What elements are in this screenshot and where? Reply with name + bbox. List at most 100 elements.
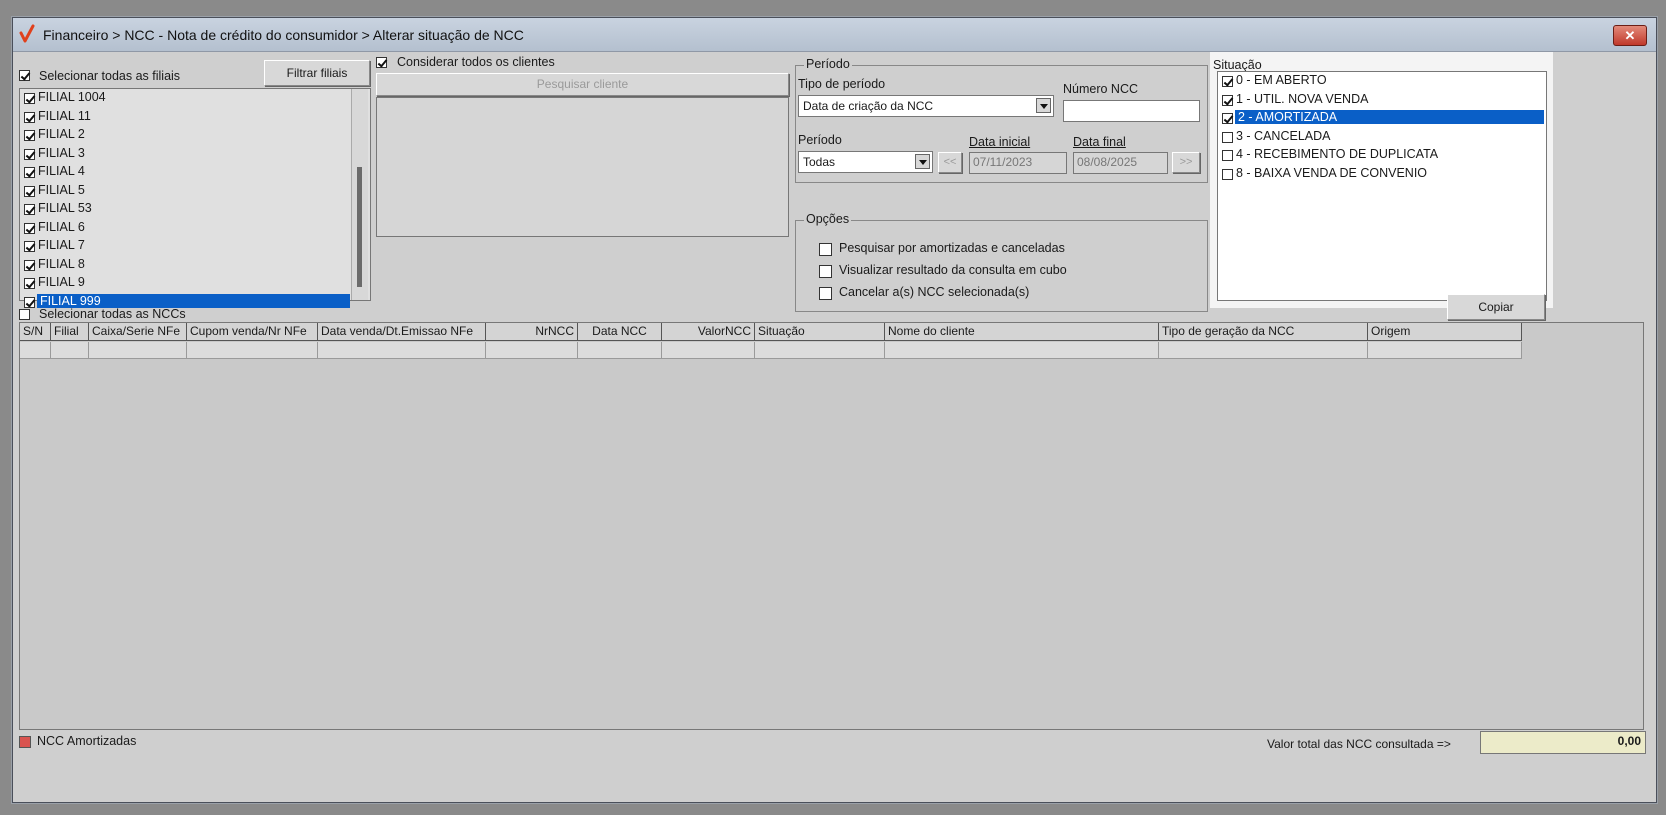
select-all-filiais-label: Selecionar todas as filiais [39,69,181,83]
filial-checkbox[interactable] [24,241,35,252]
filial-list-item[interactable]: FILIAL 7 [20,237,370,256]
tipo-periodo-select[interactable]: Data de criação da NCC [798,95,1054,117]
filial-list-item[interactable]: FILIAL 5 [20,182,370,201]
prev-period-button[interactable]: << [938,152,962,173]
column-header[interactable]: S/N [20,323,51,341]
column-header[interactable]: Cupom venda/Nr NFe [187,323,318,341]
filiais-scroll-thumb[interactable] [357,167,362,287]
filial-list-item[interactable]: FILIAL 8 [20,256,370,275]
filial-checkbox[interactable] [24,148,35,160]
select-all-ncc-checkbox[interactable] [19,309,30,320]
filial-list-item[interactable]: FILIAL 6 [20,219,370,238]
filial-checkbox[interactable] [24,185,35,197]
filter-filiais-button[interactable]: Filtrar filiais [264,60,370,86]
option-label: Cancelar a(s) NCC selecionada(s) [839,285,1030,299]
filial-list-item[interactable]: FILIAL 3 [20,145,370,164]
filial-checkbox[interactable] [24,204,35,215]
filial-checkbox[interactable] [24,296,35,308]
filial-label: FILIAL 9 [38,275,85,289]
table-cell[interactable] [578,342,662,359]
table-cell[interactable] [1159,342,1368,359]
consider-all-clients-checkbox[interactable] [376,57,387,68]
column-header[interactable]: Nome do cliente [885,323,1159,341]
clients-list [376,97,789,237]
filiais-scrollbar[interactable] [351,89,368,300]
filial-list-item[interactable]: FILIAL 2 [20,126,370,145]
situacao-list-item[interactable]: 8 - BAIXA VENDA DE CONVENIO [1218,165,1546,184]
situacao-item-label: 3 - CANCELADA [1236,128,1331,143]
numero-ncc-input[interactable] [1063,100,1200,122]
filial-checkbox[interactable] [24,130,35,141]
filial-checkbox[interactable] [24,222,35,234]
filial-list-item[interactable]: FILIAL 9 [20,274,370,293]
chevron-down-icon[interactable] [1036,98,1051,113]
data-inicial-input[interactable]: 07/11/2023 [969,152,1067,174]
situacao-checkbox[interactable] [1222,76,1233,87]
column-header[interactable]: ValorNCC [662,323,755,341]
situacao-item-label: 1 - UTIL. NOVA VENDA [1236,91,1369,106]
table-cell[interactable] [1368,342,1522,359]
next-period-button[interactable]: >> [1172,152,1200,173]
table-cell[interactable] [51,342,89,359]
periodo-select[interactable]: Todas [798,151,933,173]
filial-list-item[interactable]: FILIAL 1004 [20,89,370,108]
column-header[interactable]: Data NCC [578,323,662,341]
filial-checkbox[interactable] [24,278,35,289]
filial-checkbox[interactable] [24,111,35,123]
column-header[interactable]: NrNCC [486,323,578,341]
filial-label: FILIAL 4 [38,164,85,178]
column-header[interactable]: Origem [1368,323,1522,341]
table-cell[interactable] [662,342,755,359]
total-label: Valor total das NCC consultada => [1267,737,1451,751]
situacao-checkbox[interactable] [1222,113,1233,124]
column-header[interactable]: Tipo de geração da NCC [1159,323,1368,341]
filial-checkbox[interactable] [24,259,35,271]
window-title: Financeiro > NCC - Nota de crédito do co… [43,27,524,43]
column-header[interactable]: Filial [51,323,89,341]
legend-label: NCC Amortizadas [37,734,137,748]
filial-label: FILIAL 3 [38,145,85,160]
filial-label: FILIAL 999 [37,293,350,308]
table-cell[interactable] [20,342,51,359]
column-header[interactable]: Data venda/Dt.Emissao NFe [318,323,486,341]
data-final-input[interactable]: 08/08/2025 [1073,152,1168,174]
app-logo-icon [19,24,35,43]
situacao-list-item[interactable]: 0 - EM ABERTO [1218,72,1546,91]
table-cell[interactable] [885,342,1159,359]
filial-label: FILIAL 8 [38,256,85,271]
situacao-list-item[interactable]: 3 - CANCELADA [1218,128,1546,147]
filial-list-item[interactable]: FILIAL 4 [20,163,370,182]
situacao-checkbox[interactable] [1222,131,1233,143]
table-cell[interactable] [755,342,885,359]
option-label: Visualizar resultado da consulta em cubo [839,263,1067,277]
table-cell[interactable] [486,342,578,359]
option-checkbox[interactable] [819,287,832,300]
option-checkbox[interactable] [819,243,832,256]
copy-button[interactable]: Copiar [1447,294,1545,320]
select-all-filiais-checkbox[interactable] [19,70,30,81]
situacao-list: 0 - EM ABERTO 1 - UTIL. NOVA VENDA 2 - AMO… [1217,71,1547,301]
close-button[interactable]: ✕ [1613,25,1647,46]
column-header[interactable]: Situação [755,323,885,341]
filial-list-item[interactable]: FILIAL 11 [20,108,370,127]
ncc-table: S/N Filial Caixa/Serie NFe Cupom venda/Nr N… [19,322,1644,730]
option-checkbox[interactable] [819,265,832,278]
numero-ncc-label: Número NCC [1063,82,1139,96]
situacao-checkbox[interactable] [1222,94,1233,106]
situacao-list-item[interactable]: 2 - AMORTIZADA [1218,109,1546,128]
situacao-checkbox[interactable] [1222,150,1233,161]
periodo-value: Todas [803,155,836,169]
chevron-down-icon[interactable] [915,154,930,169]
situacao-checkbox[interactable] [1222,168,1233,180]
table-cell[interactable] [318,342,486,359]
filial-checkbox[interactable] [24,167,35,178]
table-cell[interactable] [89,342,187,359]
situacao-list-item[interactable]: 4 - RECEBIMENTO DE DUPLICATA [1218,146,1546,165]
search-client-button[interactable]: Pesquisar cliente [376,73,789,96]
filial-list-item[interactable]: FILIAL 53 [20,200,370,219]
table-row[interactable] [20,342,1522,359]
table-cell[interactable] [187,342,318,359]
filial-checkbox[interactable] [24,93,35,104]
column-header[interactable]: Caixa/Serie NFe [89,323,187,341]
situacao-list-item[interactable]: 1 - UTIL. NOVA VENDA [1218,91,1546,110]
